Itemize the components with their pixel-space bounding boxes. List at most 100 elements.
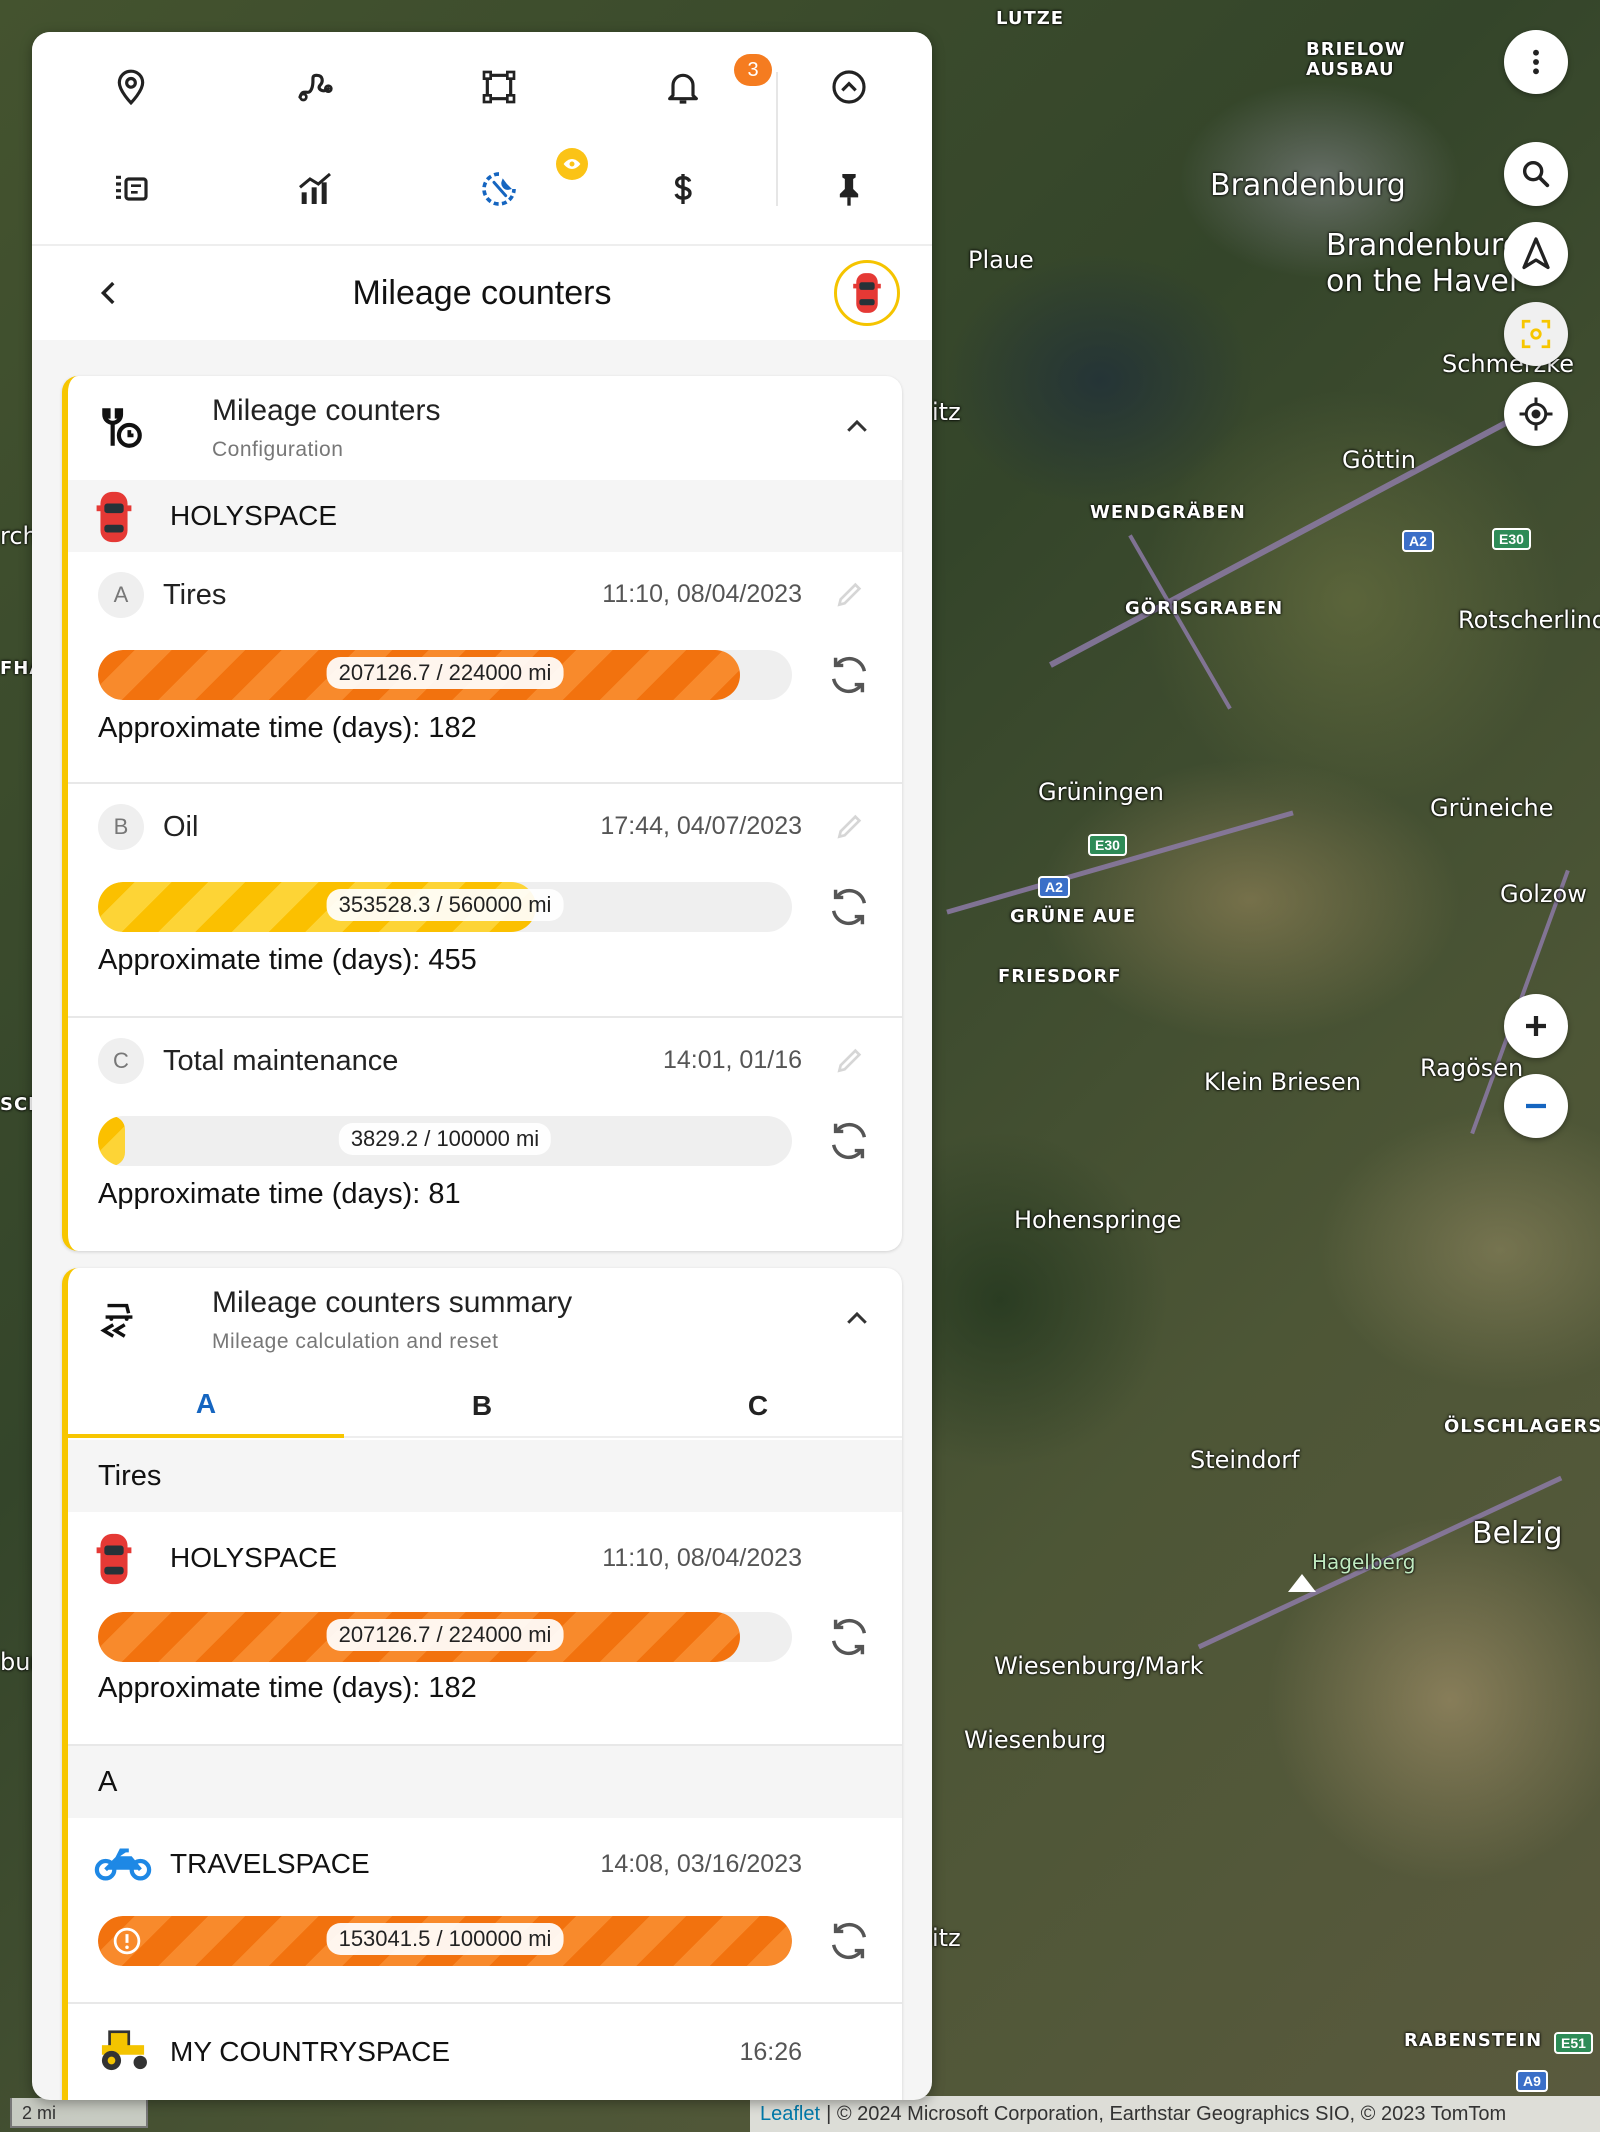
- collapse-up-icon: [832, 70, 866, 104]
- pencil-icon[interactable]: [834, 810, 866, 842]
- overdue-alert-icon: [113, 1927, 141, 1955]
- progress-label: 353528.3 / 560000 mi: [326, 889, 564, 921]
- pencil-icon[interactable]: [834, 578, 866, 610]
- maintenance-tab[interactable]: [454, 144, 544, 234]
- map-label: Wiesenburg/Mark: [994, 1652, 1204, 1680]
- map-label: Hohenspringe: [1014, 1206, 1182, 1234]
- tracks-tab[interactable]: [270, 42, 360, 132]
- summary-card-header[interactable]: Mileage counters summary Mileage calcula…: [68, 1268, 902, 1372]
- counter-letter: A: [98, 572, 144, 618]
- objects-tab[interactable]: [86, 42, 176, 132]
- vehicle-name: HOLYSPACE: [170, 1542, 338, 1573]
- focus-button[interactable]: [1504, 302, 1568, 366]
- map-label: GRÜNE AUE: [1010, 906, 1137, 927]
- highway-shield: A2: [1038, 876, 1070, 898]
- reset-counter-icon[interactable]: [826, 1614, 872, 1660]
- pin-icon: [839, 174, 859, 206]
- group-name: A: [98, 1766, 118, 1798]
- summary-vehicle-row[interactable]: MY COUNTRYSPACE 16:26: [68, 2004, 902, 2100]
- page-title: Mileage counters: [352, 273, 612, 312]
- counter-name: Total maintenance: [163, 1045, 399, 1077]
- mileage-progress-bar: 207126.7 / 224000 mi: [98, 1612, 792, 1662]
- reset-counter-icon[interactable]: [826, 1918, 872, 1964]
- map-label: Ragösen: [1420, 1054, 1524, 1082]
- mileage-config-card: Mileage counters Configuration HOLYSPACE…: [62, 376, 902, 1251]
- vehicle-name: HOLYSPACE: [170, 500, 338, 531]
- motorcycle-icon: [94, 1848, 152, 1881]
- reset-counter-icon[interactable]: [826, 652, 872, 698]
- counter-date: 14:01, 01/16: [662, 1046, 802, 1074]
- zoom-in-button[interactable]: [1504, 994, 1568, 1058]
- more-menu-button[interactable]: [1504, 30, 1568, 94]
- chevron-up-icon[interactable]: [842, 412, 872, 442]
- map-label: Wiesenburg: [964, 1726, 1107, 1754]
- navigation-button[interactable]: [1504, 222, 1568, 286]
- analytics-tab[interactable]: [270, 144, 360, 234]
- summary-list: Tires HOLYSPACE 11:10, 08/04/2023 207126…: [68, 1440, 902, 2100]
- vehicle-name: TRAVELSPACE: [170, 1848, 370, 1879]
- collapse-toolbar-button[interactable]: [804, 42, 894, 132]
- zoom-out-button[interactable]: [1504, 1074, 1568, 1138]
- more-icon: [1533, 49, 1539, 75]
- map-label: Golzow: [1500, 880, 1587, 908]
- geofences-tab[interactable]: [454, 42, 544, 132]
- leaflet-link[interactable]: Leaflet: [760, 2103, 820, 2126]
- mileage-progress-bar: 353528.3 / 560000 mi: [98, 882, 792, 932]
- locate-icon: [1519, 397, 1553, 431]
- route-icon: [298, 73, 333, 102]
- approx-time: Approximate time (days): 455: [98, 944, 477, 976]
- counter-letter: B: [98, 804, 144, 850]
- reports-tab[interactable]: [86, 144, 176, 234]
- back-button[interactable]: [92, 276, 126, 315]
- mileage-progress-bar: 3829.2 / 100000 mi: [98, 1116, 792, 1166]
- summary-vehicle-row[interactable]: HOLYSPACE 11:10, 08/04/2023 207126.7 / 2…: [68, 1512, 902, 1746]
- map-search-button[interactable]: [1504, 142, 1568, 206]
- tab-c[interactable]: C: [620, 1374, 896, 1438]
- highway-shield: E30: [1088, 834, 1127, 856]
- progress-label: 3829.2 / 100000 mi: [338, 1123, 552, 1155]
- red-car-icon: [96, 1533, 132, 1585]
- progress-label: 207126.7 / 224000 mi: [326, 1619, 564, 1651]
- vehicle-name: MY COUNTRYSPACE: [170, 2036, 451, 2067]
- approx-time: Approximate time (days): 182: [98, 712, 477, 744]
- map-label: ÖLSCHLAGERS: [1444, 1416, 1600, 1437]
- analytics-icon: [299, 172, 331, 204]
- map-label: itz: [932, 398, 961, 426]
- billing-tab[interactable]: [638, 144, 728, 234]
- progress-label: 153041.5 / 100000 mi: [326, 1923, 564, 1955]
- counter-tabs: A B C: [68, 1374, 902, 1438]
- approx-time: Approximate time (days): 81: [98, 1178, 461, 1210]
- highway-shield: A2: [1402, 530, 1434, 552]
- vehicle-avatar[interactable]: [834, 260, 900, 326]
- red-car-icon: [96, 491, 132, 543]
- map-label: Klein Briesen: [1204, 1068, 1361, 1096]
- chevron-left-icon: [100, 281, 115, 305]
- summary-vehicle-row[interactable]: TRAVELSPACE 14:08, 03/16/2023 153041.5 /…: [68, 1818, 902, 2004]
- counter-item: C Total maintenance 14:01, 01/16 3829.2 …: [68, 1018, 902, 1248]
- locate-button[interactable]: [1504, 382, 1568, 446]
- reset-counter-icon[interactable]: [826, 1118, 872, 1164]
- notifications-tab[interactable]: [638, 42, 728, 132]
- tab-b[interactable]: B: [344, 1374, 620, 1438]
- map-label: LUTZE: [996, 8, 1065, 29]
- map-label: Plaue: [968, 246, 1034, 274]
- zoom-out-icon: [1526, 1103, 1546, 1109]
- map-label: FRIESDORF: [998, 966, 1122, 987]
- progress-fill: [98, 1116, 125, 1166]
- peak-marker-icon: [1288, 1574, 1316, 1592]
- page-header: Mileage counters: [32, 246, 932, 340]
- pencil-icon[interactable]: [834, 1044, 866, 1076]
- tab-a[interactable]: A: [68, 1374, 344, 1438]
- counter-date: 11:10, 08/04/2023: [602, 580, 802, 608]
- map-label: Brandenburg: [1210, 168, 1406, 203]
- progress-label: 207126.7 / 224000 mi: [326, 657, 564, 689]
- reset-counter-icon[interactable]: [826, 884, 872, 930]
- pin-panel-button[interactable]: [804, 144, 894, 234]
- config-card-header[interactable]: Mileage counters Configuration: [68, 376, 902, 480]
- chevron-up-icon[interactable]: [842, 1304, 872, 1334]
- focus-icon: [1521, 319, 1551, 349]
- counter-letter: C: [98, 1038, 144, 1084]
- map-label: Steindorf: [1190, 1446, 1300, 1474]
- counter-item: B Oil 17:44, 04/07/2023 353528.3 / 56000…: [68, 784, 902, 1018]
- highway-shield: E30: [1492, 528, 1531, 550]
